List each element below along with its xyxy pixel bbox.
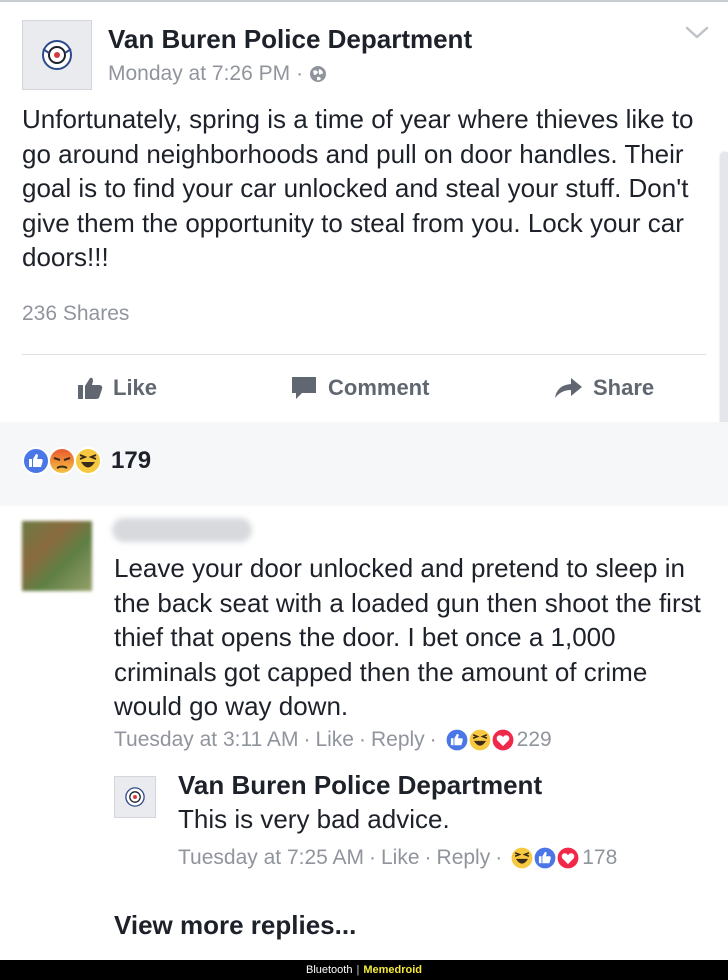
globe-icon	[310, 66, 327, 82]
watermark-bar: Bluetooth | Memedroid	[0, 960, 728, 980]
chevron-down-icon[interactable]	[684, 24, 710, 42]
meta-separator: ·	[495, 846, 503, 869]
comment-meta: Tuesday at 3:11 AM · Like · Reply · 229	[114, 727, 552, 753]
meta-separator: ·	[429, 728, 437, 751]
page-name[interactable]: Van Buren Police Department	[108, 24, 472, 55]
reply-reactions[interactable]	[509, 845, 581, 871]
comment-reactions[interactable]	[444, 727, 515, 753]
footer-left-text: Bluetooth	[305, 964, 353, 976]
footer-divider: |	[356, 964, 360, 976]
reply-meta: Tuesday at 7:25 AM · Like · Reply · 178	[178, 845, 617, 871]
haha-reaction-icon	[74, 447, 102, 475]
reaction-count: 179	[111, 447, 152, 474]
love-reaction-icon	[556, 845, 581, 871]
page-avatar[interactable]	[22, 20, 92, 90]
thumbs-up-icon	[78, 377, 103, 399]
post-meta: Monday at 7:26 PM ·	[108, 62, 327, 86]
meta-separator: ·	[303, 728, 311, 751]
post-timestamp[interactable]: Monday at 7:26 PM	[108, 62, 290, 86]
meta-separator: ·	[296, 62, 304, 85]
meta-separator: ·	[424, 846, 432, 869]
comment-reply-link[interactable]: Reply	[371, 728, 425, 752]
top-border	[0, 0, 728, 2]
love-reaction-icon	[490, 727, 515, 753]
share-arrow-icon	[555, 378, 582, 398]
share-label: Share	[593, 375, 655, 400]
like-label: Like	[113, 375, 158, 400]
reply-like-link[interactable]: Like	[381, 846, 420, 870]
comment-label: Comment	[328, 375, 430, 400]
footer-brand: Memedroid	[363, 964, 423, 976]
reply-text: This is very bad advice.	[178, 804, 450, 834]
police-badge-icon	[42, 40, 72, 70]
comment-bubble-icon	[292, 377, 316, 399]
scrollbar-thumb[interactable]	[721, 152, 728, 448]
share-button[interactable]: Share	[553, 375, 654, 401]
reply-avatar[interactable]	[114, 776, 156, 818]
post-body: Unfortunately, spring is a time of year …	[22, 104, 694, 272]
reply-reaction-count: 178	[582, 846, 618, 869]
divider	[22, 354, 706, 355]
commenter-name-blurred[interactable]	[112, 518, 252, 542]
comment-text: Leave your door unlocked and pretend to …	[114, 553, 701, 721]
reply-author-name[interactable]: Van Buren Police Department	[178, 770, 542, 801]
police-badge-icon	[125, 787, 145, 807]
commenter-avatar[interactable]	[22, 521, 92, 591]
comment-reaction-count: 229	[516, 728, 552, 751]
like-button[interactable]: Like	[77, 375, 157, 401]
comment-button[interactable]: Comment	[290, 375, 429, 401]
meta-separator: ·	[369, 846, 376, 869]
reaction-summary[interactable]: 179	[21, 446, 151, 476]
comment-like-link[interactable]: Like	[315, 728, 354, 752]
shares-count[interactable]: 236 Shares	[22, 302, 129, 326]
reply-reply-link[interactable]: Reply	[437, 846, 491, 870]
reply-timestamp[interactable]: Tuesday at 7:25 AM	[178, 846, 364, 870]
view-more-replies-link[interactable]: View more replies...	[114, 910, 356, 941]
meta-separator: ·	[358, 728, 366, 751]
comment-timestamp[interactable]: Tuesday at 3:11 AM	[114, 728, 298, 752]
